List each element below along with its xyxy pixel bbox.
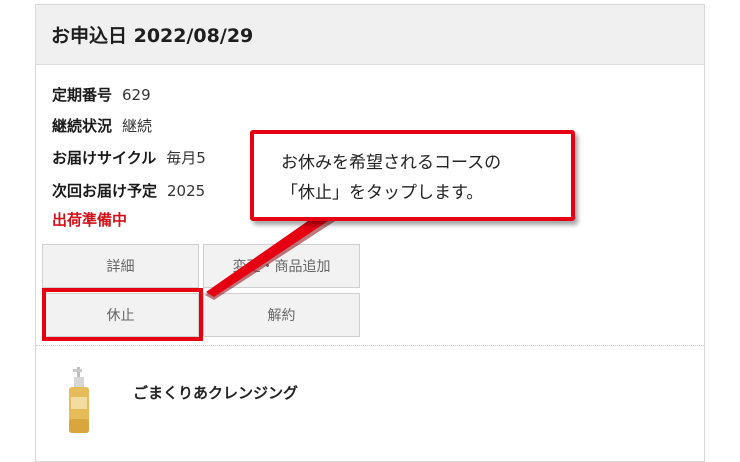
subscription-number-value: 629 [122,86,151,104]
continuation-status-row: 継続状況 継続 [52,116,152,136]
detail-button[interactable]: 詳細 [42,244,199,288]
cancel-subscription-button[interactable]: 解約 [203,293,360,337]
continuation-status-value: 継続 [122,117,153,135]
section-divider [36,345,704,346]
order-date-header: お申込日 2022/08/29 [36,5,704,65]
callout-line-2: 「休止」をタップします。 [281,183,484,203]
change-add-product-button[interactable]: 変更・商品追加 [203,244,360,288]
cleansing-bottle-icon [69,367,89,433]
continuation-status-label: 継続状況 [52,117,113,135]
delivery-cycle-value: 毎月5 [166,149,206,167]
subscription-card: お申込日 2022/08/29 定期番号 629 継続状況 継続 お届けサイクル 毎月… [35,4,705,462]
subscription-number-row: 定期番号 629 [52,85,151,105]
next-delivery-label: 次回お届け予定 [52,182,158,200]
next-delivery-row: 次回お届け予定 2025 [52,181,205,201]
delivery-cycle-row: お届けサイクル 毎月5 [52,148,206,168]
delivery-cycle-label: お届けサイクル [52,149,157,167]
product-name: ごまくりあクレンジング [133,384,299,402]
pause-button[interactable]: 休止 [42,293,199,337]
subscription-number-label: 定期番号 [52,86,113,104]
instruction-callout: お休みを希望されるコースの 「休止」をタップします。 [250,130,575,221]
next-delivery-value: 2025 [167,182,206,200]
callout-line-1: お休みを希望されるコースの [281,153,502,173]
shipping-status-badge: 出荷準備中 [52,211,128,229]
